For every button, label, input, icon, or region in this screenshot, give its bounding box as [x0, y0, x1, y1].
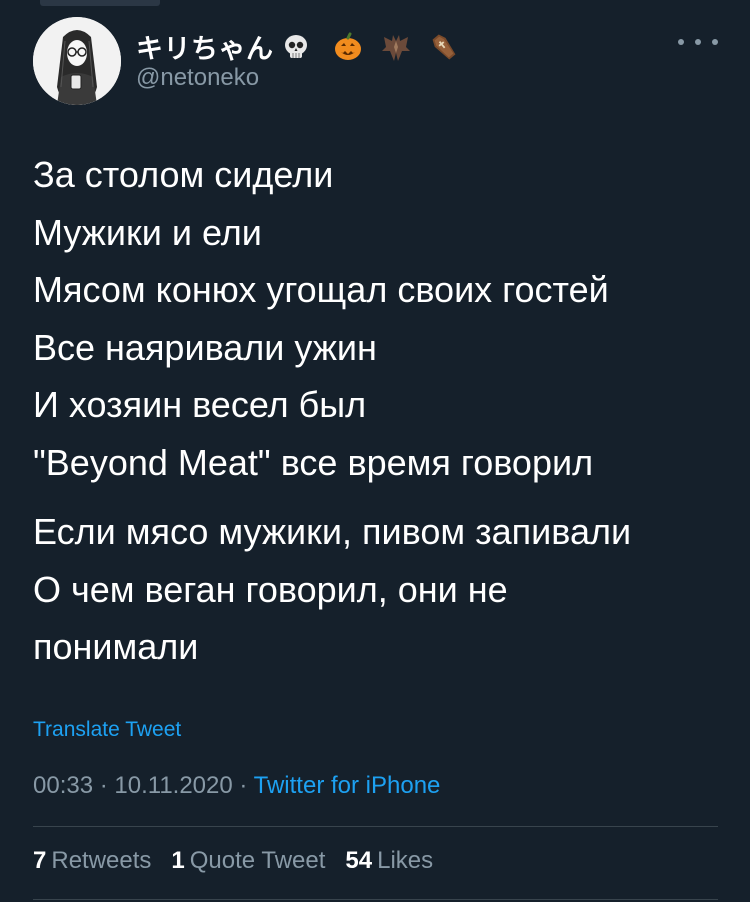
tweet-text: За столом сидели Мужики и ели Мясом коню…: [33, 146, 723, 676]
author-name-row[interactable]: キリちゃん: [136, 27, 460, 66]
tweet-date: 10.11.2020: [114, 772, 233, 799]
meta-separator: ·: [93, 772, 115, 799]
tweet-line: Если мясо мужики, пивом запивали: [33, 511, 632, 552]
likes-label: Likes: [377, 847, 434, 874]
author-avatar[interactable]: [33, 17, 121, 105]
quote-tweets-stat[interactable]: 1 Quote Tweet: [171, 847, 325, 875]
skull-icon: [284, 34, 307, 58]
more-options-button[interactable]: [678, 30, 718, 54]
coffin-icon: [432, 33, 455, 60]
author-handle[interactable]: @netoneko: [136, 64, 259, 92]
tweet-line: Мясом конюх угощал своих гостей: [33, 269, 609, 310]
tweet-line: За столом сидели: [33, 154, 334, 195]
more-dot-icon: [712, 39, 718, 45]
likes-stat[interactable]: 54 Likes: [345, 847, 433, 875]
retweets-stat[interactable]: 7 Retweets: [33, 847, 151, 875]
tweet-line: Все наяривали ужин: [33, 326, 377, 368]
more-dot-icon: [695, 39, 701, 45]
tweet-line: "Beyond Meat" все время говорил: [33, 441, 594, 483]
top-edge-remnant: [40, 0, 160, 6]
quote-tweets-label: Quote Tweet: [189, 847, 326, 874]
tweet-line: И хозяин весел был: [33, 384, 367, 425]
divider: [33, 899, 718, 900]
avatar-illustration: [33, 17, 121, 105]
divider: [33, 826, 718, 827]
tweet-stats: 7 Retweets 1 Quote Tweet 54 Likes: [33, 847, 433, 875]
tweet-detail-screen: キリちゃん @netoneko За столом сидели Мужики …: [0, 0, 750, 902]
meta-separator: ·: [232, 772, 254, 799]
more-dot-icon: [678, 39, 684, 45]
bat-icon: [381, 34, 410, 61]
tweet-source-link[interactable]: Twitter for iPhone: [254, 772, 441, 799]
translate-tweet-link[interactable]: Translate Tweet: [33, 718, 181, 742]
likes-count: 54: [345, 847, 373, 874]
tweet-line: О чем веган говорил, они не: [33, 568, 508, 610]
retweets-label: Retweets: [51, 847, 152, 874]
tweet-line: Мужики и ели: [33, 211, 262, 253]
tweet-time: 00:33: [33, 772, 94, 799]
tweet-line: понимали: [33, 626, 199, 667]
tweet-meta: 00:33 · 10.11.2020 · Twitter for iPhone: [33, 772, 440, 800]
tweet-stanza-1: За столом сидели Мужики и ели Мясом коню…: [33, 146, 723, 491]
pumpkin-icon: [334, 32, 361, 60]
retweets-count: 7: [33, 847, 47, 874]
tweet-stanza-2: Если мясо мужики, пивом запивали О чем в…: [33, 503, 723, 676]
quote-tweets-count: 1: [171, 847, 185, 874]
author-display-name[interactable]: キリちゃん: [136, 27, 274, 66]
